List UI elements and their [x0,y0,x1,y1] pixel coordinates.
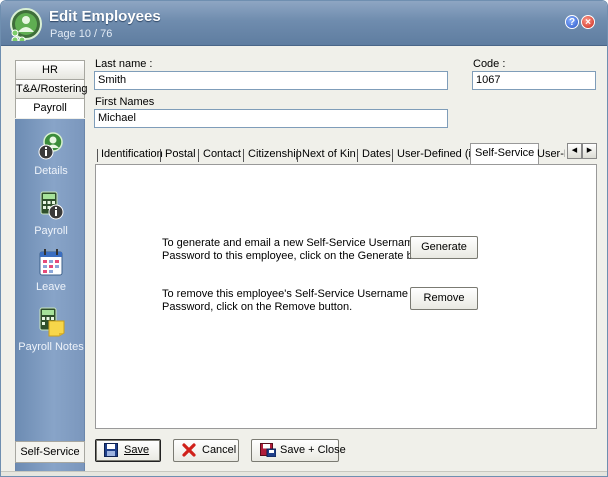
first-names-label: First Names [95,96,155,108]
tab-user-defined-i[interactable]: User-Defined (i) [393,147,479,164]
generate-description: To generate and email a new Self-Service… [162,237,441,263]
title-bar: Edit Employees Page 10 / 76 ? × [1,1,607,46]
save-button-label: Save [124,444,150,456]
tab-self-service[interactable]: Self-Service [470,143,540,164]
remove-button[interactable]: Remove [410,287,478,310]
tab-dates[interactable]: Dates [358,147,395,164]
code-field[interactable]: 1067 [472,71,596,90]
generate-description-line1: To generate and email a new Self-Service… [162,237,441,249]
page-indicator: Page 10 / 76 [50,28,113,40]
nav-item-leave[interactable]: Leave [16,249,86,293]
red-x-icon [182,443,196,457]
nav-tab-ta-rostering[interactable]: T&A/Rostering [15,79,88,99]
tab-user-defined-cut[interactable]: User-D [533,147,565,164]
nav-tab-hr[interactable]: HR [15,60,85,80]
nav-item-payroll[interactable]: Payroll [16,191,86,237]
save-close-button[interactable]: Save + Close [251,439,346,462]
generate-description-line2: Password to this employee, click on the … [162,250,441,262]
first-names-field[interactable]: Michael [94,109,448,128]
remove-description: To remove this employee's Self-Service U… [162,288,429,314]
close-button[interactable]: × [581,15,595,29]
tab-postal[interactable]: Postal [161,147,200,164]
nav-item-label: Leave [36,281,66,293]
floppy-disk-icon [104,443,118,457]
window-title: Edit Employees [49,8,161,25]
nav-panel: Details Payroll Leave Payroll Notes [15,119,86,476]
last-name-field[interactable]: Smith [94,71,448,90]
self-service-panel: To generate and email a new Self-Service… [95,164,597,429]
calculator-note-icon [39,307,65,337]
last-name-label: Last name : [95,58,153,70]
nav-item-payroll-notes[interactable]: Payroll Notes [16,307,86,353]
calculator-info-icon [40,191,64,220]
remove-description-line1: To remove this employee's Self-Service U… [162,288,430,300]
remove-description-line2: Password, click on the Remove button. [162,301,353,313]
nav-item-details[interactable]: Details [16,131,86,177]
save-button[interactable]: Save [95,439,161,462]
floppy-disk-exit-icon [260,443,276,457]
generate-button[interactable]: Generate [410,236,478,259]
nav-self-service-button[interactable]: Self-Service [15,441,85,463]
calendar-icon [39,249,63,276]
code-label: Code : [473,58,506,70]
tab-scroll-arrows: ◀ ▶ [567,143,597,159]
save-close-button-label: Save + Close [280,444,346,456]
left-navigation: HR T&A/Rostering Payroll Details Payroll… [15,60,88,476]
tab-strip: Identification Postal Contact Citizenshi… [95,143,597,164]
tab-scroll-right-icon[interactable]: ▶ [582,143,597,159]
tab-scroll-left-icon[interactable]: ◀ [567,143,582,159]
person-info-icon [38,132,63,160]
tab-next-of-kin[interactable]: Next of Kin [298,147,360,164]
nav-item-label: Details [34,165,68,177]
cancel-button[interactable]: Cancel [173,439,239,462]
tab-contact[interactable]: Contact [199,147,245,164]
tab-identification[interactable]: Identification [97,147,167,164]
nav-item-label: Payroll [34,225,68,237]
help-button[interactable]: ? [565,15,579,29]
window-bottom-edge [1,471,607,476]
cancel-button-label: Cancel [202,444,237,456]
employees-app-icon [10,8,42,41]
edit-employees-window: Edit Employees Page 10 / 76 ? × HR T&A/R… [0,0,608,477]
nav-item-label: Payroll Notes [18,341,84,353]
nav-tab-payroll[interactable]: Payroll [15,98,85,118]
